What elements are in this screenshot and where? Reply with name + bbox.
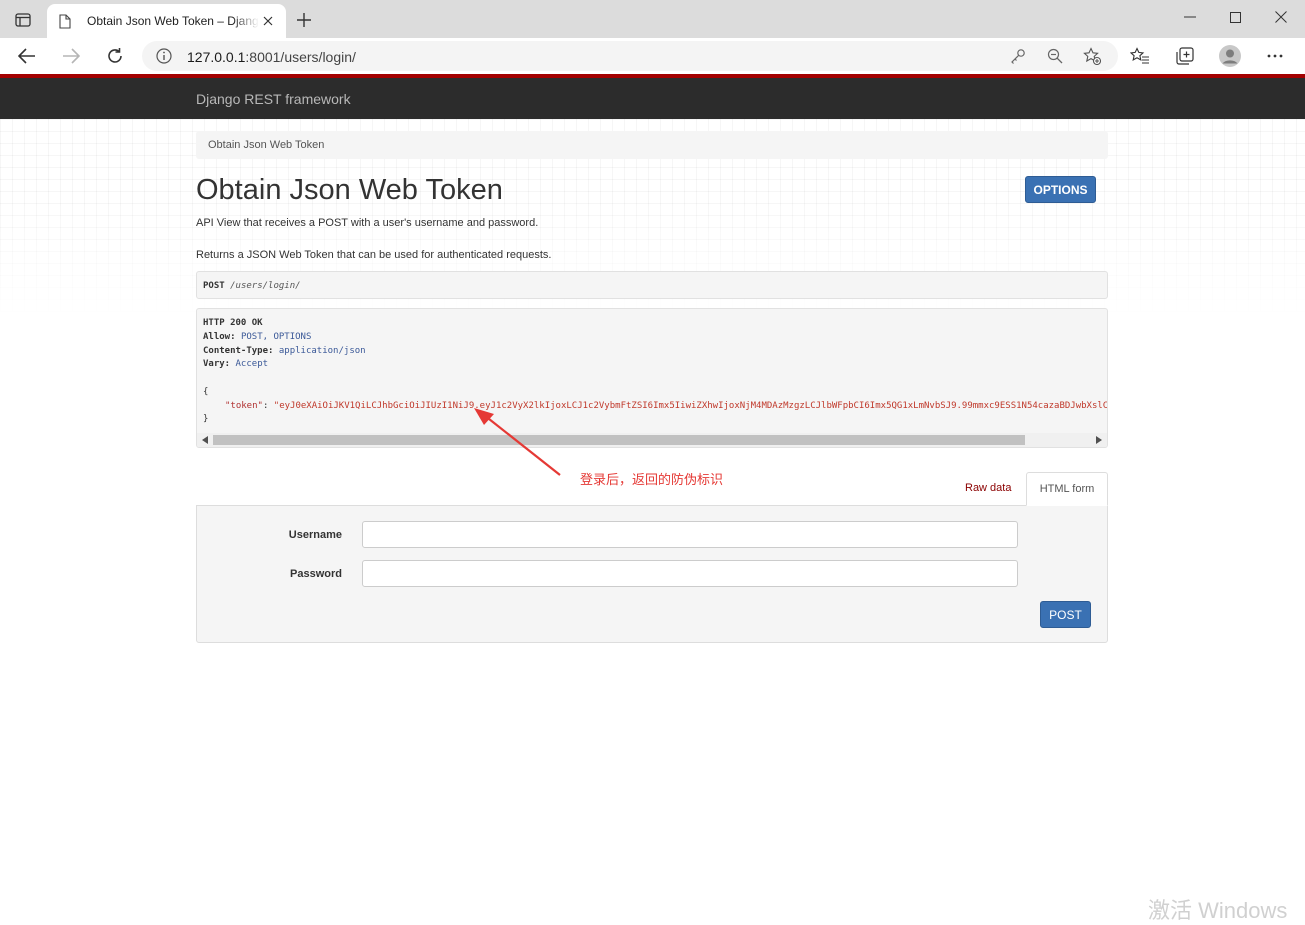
drf-brand-link[interactable]: Django REST framework	[196, 91, 351, 107]
scrollbar-thumb[interactable]	[213, 435, 1025, 445]
profile-avatar-icon[interactable]	[1217, 43, 1243, 69]
minimize-icon[interactable]	[1175, 6, 1205, 28]
json-colon: :	[262, 401, 274, 411]
content-type-header-key: Content-Type:	[203, 346, 274, 356]
html-form-panel: Username Password POST	[196, 505, 1108, 643]
favorites-icon[interactable]	[1127, 43, 1153, 69]
username-input[interactable]	[362, 521, 1018, 548]
tab-actions-icon[interactable]	[8, 8, 38, 32]
collections-icon[interactable]	[1172, 43, 1198, 69]
allow-header-key: Allow:	[203, 332, 236, 342]
json-token-value[interactable]: "eyJ0eXAiOiJKV1QiLCJhbGciOiJIUzI1NiJ9.ey…	[274, 401, 1107, 411]
breadcrumb: Obtain Json Web Token	[196, 131, 1108, 159]
annotation-arrow-icon	[474, 408, 561, 476]
json-token-key: "token"	[225, 401, 263, 411]
page-title: Obtain Json Web Token	[196, 174, 503, 206]
breadcrumb-item[interactable]: Obtain Json Web Token	[208, 139, 324, 151]
more-menu-icon[interactable]	[1262, 43, 1288, 69]
password-input[interactable]	[362, 560, 1018, 587]
vary-header-value: Accept	[235, 359, 269, 369]
description-line-2: Returns a JSON Web Token that can be use…	[196, 249, 552, 261]
forward-icon[interactable]	[58, 43, 84, 69]
add-favorite-icon[interactable]	[1082, 46, 1102, 66]
request-method: POST	[203, 281, 225, 291]
tab-title: Obtain Json Web Token – Django REST fram…	[87, 14, 259, 28]
browser-tab-active[interactable]: Obtain Json Web Token – Django REST fram…	[47, 4, 286, 38]
scroll-left-arrow-icon[interactable]	[200, 435, 210, 445]
browser-tab-bar: Obtain Json Web Token – Django REST fram…	[0, 0, 1305, 38]
annotation-text: 登录后，返回的防伪标识	[580, 472, 724, 487]
options-button[interactable]: OPTIONS	[1025, 176, 1096, 203]
response-info: HTTP 200 OK Allow: POST, OPTIONS Content…	[196, 308, 1108, 448]
zoom-out-icon[interactable]	[1045, 46, 1065, 66]
json-brace-close: }	[203, 414, 209, 424]
site-info-icon[interactable]	[156, 48, 172, 64]
username-label: Username	[288, 529, 342, 541]
close-window-icon[interactable]	[1266, 6, 1296, 28]
post-button[interactable]: POST	[1040, 601, 1091, 628]
drf-navbar: Django REST framework	[0, 74, 1305, 119]
json-brace-open: {	[203, 387, 209, 397]
tab-raw-data[interactable]: Raw data	[953, 478, 1023, 498]
browser-toolbar: 127.0.0.1:8001/users/login/	[0, 38, 1305, 74]
tab-html-form[interactable]: HTML form	[1026, 472, 1108, 506]
request-info: POST /users/login/	[196, 271, 1108, 299]
new-tab-icon[interactable]	[292, 8, 316, 32]
page-icon	[59, 13, 75, 29]
response-status: HTTP 200 OK	[203, 318, 263, 328]
key-icon[interactable]	[1008, 46, 1028, 66]
allow-header-value: POST, OPTIONS	[240, 332, 312, 342]
refresh-icon[interactable]	[102, 43, 128, 69]
close-tab-icon[interactable]	[260, 13, 276, 29]
url-text[interactable]: 127.0.0.1:8001/users/login/	[187, 49, 356, 65]
horizontal-scrollbar[interactable]	[197, 433, 1107, 447]
request-path: /users/login/	[230, 281, 301, 291]
address-bar[interactable]: 127.0.0.1:8001/users/login/	[142, 41, 1118, 71]
vary-header-key: Vary:	[203, 359, 231, 369]
password-label: Password	[290, 568, 342, 580]
windows-activation-watermark: 激活 Windows	[1148, 898, 1288, 923]
description-line-1: API View that receives a POST with a use…	[196, 217, 539, 229]
scroll-right-arrow-icon[interactable]	[1094, 435, 1104, 445]
back-icon[interactable]	[14, 43, 40, 69]
maximize-icon[interactable]	[1220, 6, 1250, 28]
content-type-header-value: application/json	[278, 346, 366, 356]
